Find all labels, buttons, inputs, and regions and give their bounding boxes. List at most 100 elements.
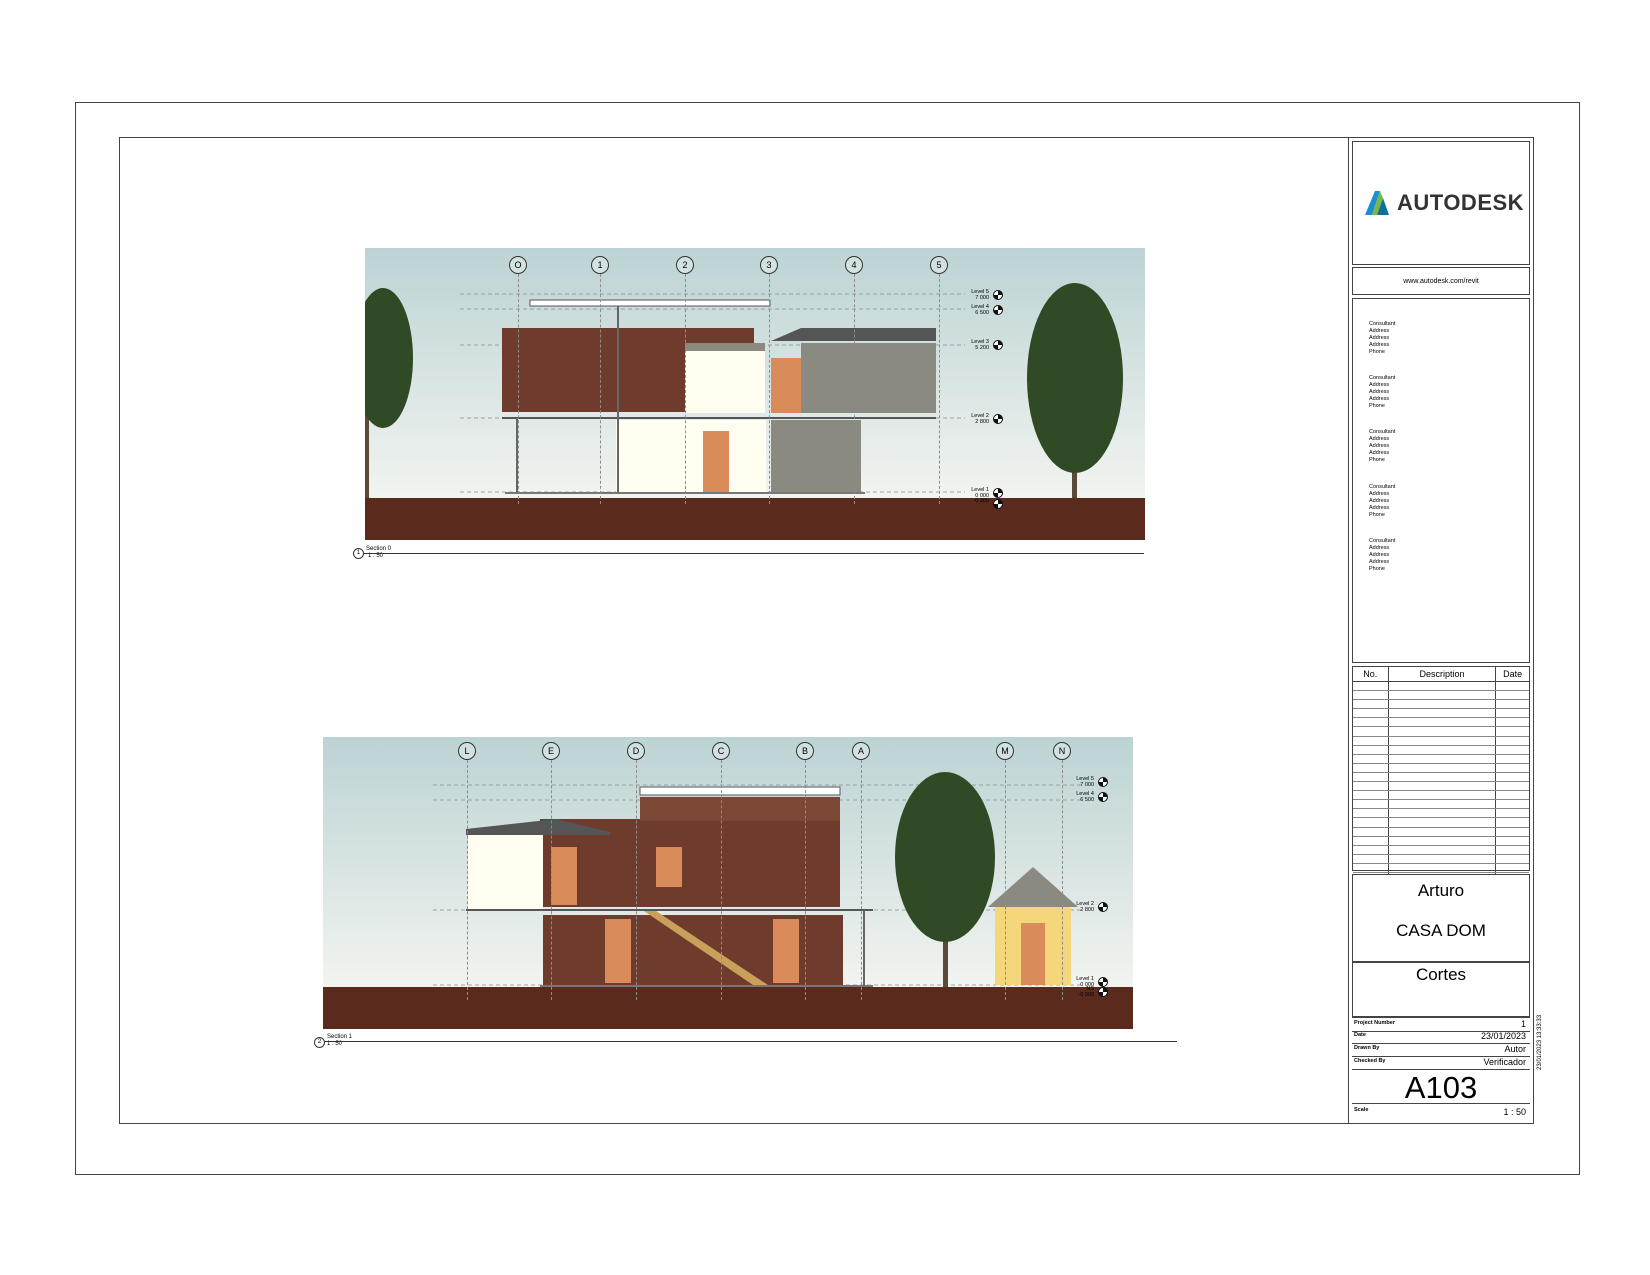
revision-row — [1353, 727, 1529, 737]
consultant-block: Consultant Address Address Address Phone — [1369, 484, 1395, 519]
revision-cell — [1353, 827, 1389, 836]
level-elevation: 6 500 — [1080, 797, 1094, 803]
checked-by-row: Checked By Verificador — [1352, 1056, 1530, 1070]
grid-line — [854, 274, 855, 504]
revision-cell — [1496, 818, 1529, 826]
white-wall-lower — [616, 420, 766, 493]
grid-line — [769, 274, 770, 504]
level-elevation: 6 500 — [975, 310, 989, 316]
revision-row — [1353, 718, 1529, 728]
revision-cell — [1353, 791, 1389, 800]
level-target-icon — [993, 305, 1003, 315]
revision-cell — [1353, 809, 1389, 818]
revision-cell — [1389, 754, 1497, 763]
revision-cell — [1389, 709, 1497, 718]
grid-line — [518, 274, 519, 504]
consultant-address: Address — [1369, 342, 1390, 348]
revision-cell — [1353, 800, 1389, 809]
revision-row — [1353, 691, 1529, 701]
consultant-address: Address — [1369, 443, 1390, 449]
consultant-phone: Phone — [1369, 512, 1385, 518]
revision-cell — [1353, 836, 1389, 845]
sheet-name: Cortes — [1352, 962, 1530, 1017]
drawn-by-label: Drawn By — [1354, 1045, 1380, 1051]
grid-bubble: 5 — [930, 256, 948, 274]
revision-row — [1353, 827, 1529, 837]
revision-cell — [1353, 763, 1389, 772]
revision-row — [1353, 818, 1529, 828]
company-url: www.autodesk.com/revit — [1352, 267, 1530, 295]
revision-row — [1353, 800, 1529, 810]
consultant-address: Address — [1369, 389, 1390, 395]
autodesk-logo-icon — [1365, 191, 1389, 215]
revision-cell — [1496, 773, 1529, 781]
level-target-icon — [1098, 987, 1108, 997]
project-number-value: 1 — [1520, 1019, 1526, 1029]
level-tag: Level 22 800 — [1060, 901, 1094, 913]
grid-bubble: L — [458, 742, 476, 760]
level-elevation: 5 200 — [975, 345, 989, 351]
rev-col-no: No. — [1353, 667, 1389, 681]
level-target-icon — [993, 499, 1003, 509]
section-0-drawing — [365, 248, 1145, 540]
level-target-icon — [1098, 977, 1108, 987]
revision-row — [1353, 782, 1529, 792]
checked-by-value: Verificador — [1483, 1057, 1526, 1067]
consultant-address: Address — [1369, 396, 1390, 402]
revision-row — [1353, 809, 1529, 819]
rev-col-date: Date — [1503, 669, 1523, 679]
revision-cell — [1353, 718, 1389, 727]
grid-line — [467, 760, 468, 1000]
level-tag: Level 57 000 — [955, 289, 989, 301]
grid-bubble: C — [712, 742, 730, 760]
consultant-block: Consultant Address Address Address Phone — [1369, 321, 1395, 356]
revision-cell — [1496, 855, 1529, 863]
project-name: CASA DOM — [1396, 921, 1486, 940]
level-elevation: -0 300 — [1078, 992, 1094, 998]
revision-cell — [1353, 682, 1389, 691]
level-tag: -0 300 — [955, 498, 989, 504]
grid-line — [636, 760, 637, 1000]
grid-line — [600, 274, 601, 504]
revision-cell — [1389, 691, 1497, 700]
revision-cell — [1496, 737, 1529, 745]
level-tag: NS -0 300 — [1060, 986, 1094, 998]
project-number-label: Project Number — [1354, 1020, 1395, 1026]
revision-cell — [1496, 718, 1529, 726]
view-title: Section 1 — [327, 1034, 353, 1040]
logo-text: AUTODESK — [1397, 190, 1525, 215]
level-target-icon — [1098, 792, 1108, 802]
level-elevation: -0 300 — [973, 498, 989, 504]
logo-panel: AUTODESK — [1352, 141, 1530, 265]
revision-cell — [1389, 854, 1497, 863]
drawn-by-value: Autor — [1504, 1044, 1526, 1054]
level-elevation: 2 800 — [1080, 907, 1094, 913]
view-title-line — [364, 553, 1144, 554]
revision-cell — [1496, 682, 1529, 690]
revision-cell — [1389, 827, 1497, 836]
level-tag: Level 22 800 — [955, 413, 989, 425]
door — [551, 847, 577, 905]
client-name: Arturo — [1417, 881, 1465, 900]
grid-line — [1005, 760, 1006, 1000]
revision-row — [1353, 845, 1529, 855]
ground — [365, 498, 1145, 540]
consultant-address: Address — [1369, 436, 1390, 442]
revision-cell — [1496, 700, 1529, 708]
grid-line — [939, 274, 940, 504]
level-target-icon — [993, 340, 1003, 350]
revision-cell — [1496, 691, 1529, 699]
revision-cell — [1496, 764, 1529, 772]
revision-cell — [1353, 854, 1389, 863]
grid-line — [861, 760, 862, 1000]
door — [656, 847, 682, 887]
scale-row: Scale 1 : 50 — [1352, 1103, 1530, 1120]
revision-cell — [1353, 863, 1389, 872]
white-wall-upper — [685, 351, 765, 413]
consultant-address: Address — [1369, 552, 1390, 558]
consultant-address: Address — [1369, 498, 1390, 504]
grid-line — [685, 274, 686, 504]
level-target-icon — [993, 488, 1003, 498]
revision-cell — [1389, 818, 1497, 827]
level-tag: Level 57 000 — [1060, 776, 1094, 788]
